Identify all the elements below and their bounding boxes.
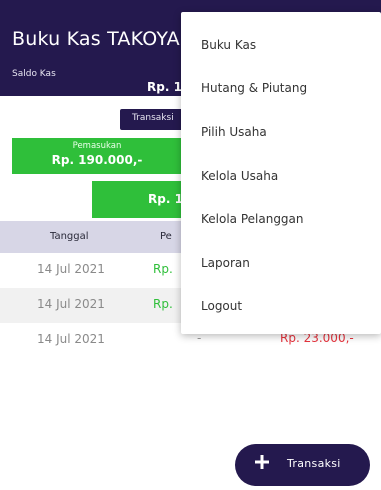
column-header-tanggal: Tanggal: [50, 231, 89, 242]
row-date: 14 Jul 2021: [37, 262, 105, 276]
menu-item-pilih-usaha[interactable]: Pilih Usaha: [181, 111, 381, 153]
menu-item-hutang-piutang[interactable]: Hutang & Piutang: [181, 67, 381, 109]
overflow-menu: Buku Kas Hutang & Piutang Pilih Usaha Ke…: [181, 12, 381, 334]
add-transaksi-button[interactable]: Transaksi: [235, 444, 370, 486]
add-transaksi-label: Transaksi: [287, 457, 341, 470]
total-value: Rp. 1: [148, 192, 183, 206]
row-date: 14 Jul 2021: [37, 297, 105, 311]
saldo-label: Saldo Kas: [12, 69, 56, 79]
plus-icon: [255, 455, 269, 469]
column-header-pemasukan: Pe: [160, 231, 172, 242]
row-pemasukan: Rp.: [153, 297, 173, 311]
menu-item-kelola-usaha[interactable]: Kelola Usaha: [181, 155, 381, 197]
app-screen: Buku Kas TAKOYAKI Saldo Kas Rp. 1 Transa…: [0, 0, 381, 490]
row-date: 14 Jul 2021: [37, 332, 105, 346]
menu-item-kelola-pelanggan[interactable]: Kelola Pelanggan: [181, 198, 381, 240]
pemasukan-label: Pemasukan: [72, 141, 122, 151]
menu-item-laporan[interactable]: Laporan: [181, 242, 381, 284]
pemasukan-card: Pemasukan Rp. 190.000,-: [12, 138, 182, 174]
menu-item-buku-kas[interactable]: Buku Kas: [181, 24, 381, 66]
menu-item-logout[interactable]: Logout: [181, 285, 381, 327]
transaksi-tab-label: Transaksi: [132, 113, 174, 123]
saldo-value: Rp. 1: [147, 80, 182, 94]
row-pemasukan: Rp.: [153, 262, 173, 276]
page-title: Buku Kas TAKOYAKI: [12, 28, 199, 50]
pemasukan-value: Rp. 190.000,-: [51, 153, 143, 167]
